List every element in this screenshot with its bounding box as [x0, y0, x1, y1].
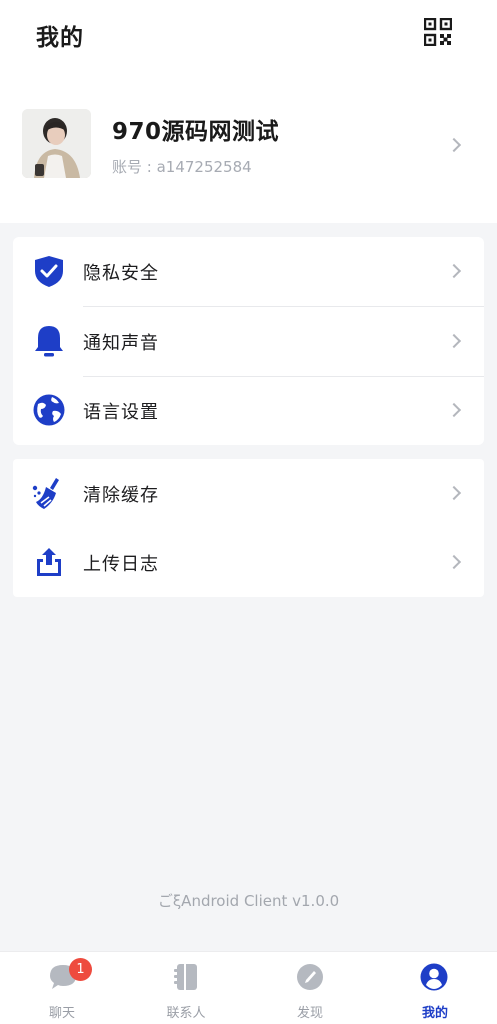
profile-card[interactable]: 970源码网测试 账号 : a147252584 [0, 68, 497, 223]
avatar[interactable] [22, 109, 91, 178]
menu-item-language[interactable]: 语言设置 [13, 376, 484, 445]
profile-account: 账号 : a147252584 [112, 158, 252, 176]
profile-icon [419, 962, 449, 992]
chevron-right-icon [446, 263, 462, 279]
tab-label: 我的 [421, 1006, 448, 1021]
page-title: 我的 [36, 25, 84, 51]
profile-name: 970源码网测试 [112, 119, 280, 145]
settings-group-2: 清除缓存 上传日志 [13, 459, 484, 597]
tab-chat[interactable]: 1 聊天 [0, 952, 124, 1024]
globe-icon [32, 393, 66, 427]
unread-badge: 1 [69, 958, 92, 981]
compass-icon [295, 962, 325, 992]
menu-item-label: 语言设置 [83, 402, 159, 423]
tab-me[interactable]: 我的 [373, 952, 497, 1024]
chevron-right-icon [446, 402, 462, 418]
menu-item-label: 通知声音 [83, 333, 159, 354]
menu-item-notification[interactable]: 通知声音 [13, 307, 484, 376]
tab-contacts[interactable]: 联系人 [124, 952, 248, 1024]
chevron-right-icon [446, 554, 462, 570]
settings-group-1: 隐私安全 通知声音 语言设置 [13, 237, 484, 445]
menu-item-clear-cache[interactable]: 清除缓存 [13, 459, 484, 528]
chevron-right-icon [446, 333, 462, 349]
menu-item-label: 隐私安全 [83, 263, 159, 284]
menu-item-label: 上传日志 [83, 554, 159, 575]
top-bar: 我的 [0, 0, 497, 68]
menu-item-label: 清除缓存 [83, 485, 159, 506]
tab-label: 联系人 [166, 1006, 206, 1021]
menu-item-upload-log[interactable]: 上传日志 [13, 528, 484, 597]
chevron-right-icon [446, 137, 462, 153]
version-text: ごξAndroid Client v1.0.0 [157, 892, 340, 910]
tab-discover[interactable]: 发现 [248, 952, 372, 1024]
menu-item-privacy[interactable]: 隐私安全 [13, 237, 484, 306]
tab-label: 发现 [296, 1006, 323, 1021]
bell-icon [32, 324, 66, 358]
qrcode-icon[interactable] [423, 17, 453, 47]
shield-check-icon [32, 254, 66, 288]
bottom-tab-bar: 1 聊天 联系人 发现 我的 [0, 951, 497, 1024]
contacts-icon [171, 962, 201, 992]
upload-icon [32, 545, 66, 579]
tab-label: 聊天 [48, 1006, 75, 1021]
chevron-right-icon [446, 485, 462, 501]
broom-icon [32, 476, 66, 510]
